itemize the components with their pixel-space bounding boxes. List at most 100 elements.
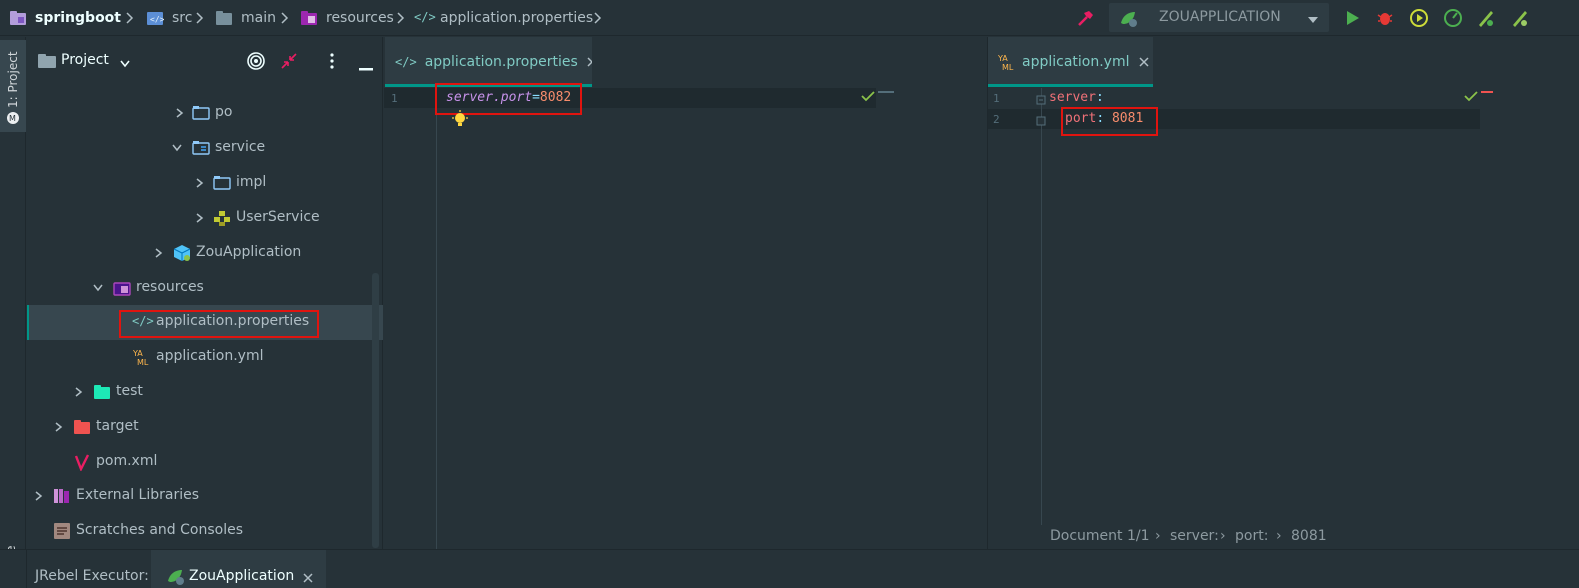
svg-text:YA: YA — [998, 54, 1008, 63]
tab-zouapplication[interactable]: ZouApplication — [151, 550, 326, 588]
breadcrumb-src[interactable]: src — [172, 0, 192, 36]
tree-item-test[interactable]: test — [27, 375, 383, 410]
lightbulb-icon[interactable] — [451, 110, 469, 132]
tree-item-label: service — [215, 139, 266, 155]
tree-item-label: resources — [136, 279, 204, 295]
breadcrumb-application-properties[interactable]: application.properties — [440, 0, 593, 36]
source-folder-icon: </> — [146, 9, 165, 27]
test-folder-icon — [94, 385, 110, 399]
chevron-right-icon[interactable] — [175, 108, 185, 118]
document-indicator[interactable]: Document 1/1 — [1050, 528, 1150, 544]
yaml-colon: : — [1095, 90, 1104, 105]
more-options-icon[interactable] — [329, 52, 335, 74]
close-icon[interactable] — [1138, 56, 1150, 68]
gutter-divider — [1041, 88, 1042, 525]
tree-item-po[interactable]: po — [27, 96, 383, 131]
chevron-right-icon[interactable] — [34, 491, 44, 501]
build-hammer-icon[interactable] — [1074, 6, 1098, 30]
divider — [26, 550, 27, 588]
chevron-right-icon[interactable] — [154, 248, 164, 258]
chevron-down-icon[interactable] — [119, 57, 131, 73]
tree-item-pom-xml[interactable]: pom.xml — [27, 445, 383, 480]
line-number: 1 — [993, 92, 1000, 105]
tree-item-impl[interactable]: impl — [27, 166, 383, 201]
folder-icon — [215, 9, 233, 27]
spring-boot-icon — [1119, 9, 1137, 27]
profiler-icon[interactable] — [1441, 6, 1465, 30]
error-stripe-mark — [878, 91, 894, 93]
tree-item-external-libraries[interactable]: External Libraries — [27, 479, 383, 514]
collapse-all-icon[interactable] — [280, 52, 298, 74]
fold-end-icon[interactable] — [1036, 114, 1046, 130]
chevron-down-icon[interactable] — [93, 283, 103, 293]
tree-item-userservice[interactable]: UserService — [27, 201, 383, 236]
active-tab-indicator — [988, 84, 1153, 87]
close-icon[interactable] — [302, 572, 314, 584]
hide-panel-icon[interactable] — [359, 60, 373, 76]
run-with-coverage-icon[interactable] — [1407, 6, 1431, 30]
tree-item-zouapplication[interactable]: ZouApplication — [27, 236, 383, 271]
interface-icon — [214, 211, 230, 226]
resources-folder-icon — [113, 282, 131, 296]
jrebel-executor-label: JRebel Executor: — [35, 568, 149, 584]
spring-boot-icon — [168, 570, 184, 585]
debug-icon[interactable] — [1373, 6, 1397, 30]
chevron-right-icon — [126, 12, 134, 24]
tree-item-target[interactable]: target — [27, 410, 383, 445]
chevron-right-icon[interactable] — [195, 213, 205, 223]
chevron-down-icon[interactable] — [172, 143, 182, 153]
yaml-path-port[interactable]: port: — [1235, 528, 1268, 544]
dropdown-arrow-icon — [1307, 13, 1319, 29]
project-tool-window-button[interactable]: 1: Project M — [0, 40, 26, 132]
project-view-selector[interactable]: Project — [61, 52, 109, 68]
locate-target-icon[interactable] — [246, 51, 266, 75]
svg-text:YA: YA — [133, 349, 143, 358]
resources-folder-icon — [300, 9, 318, 27]
tree-item-application-properties[interactable]: </> application.properties — [27, 305, 383, 340]
run-icon[interactable] — [1340, 6, 1364, 30]
chevron-right-icon[interactable] — [74, 387, 84, 397]
chevron-right-icon: › — [1220, 528, 1226, 544]
checkmark-icon — [861, 90, 875, 106]
tree-item-label: test — [116, 383, 143, 399]
jrebel-run-icon[interactable] — [1474, 6, 1498, 30]
yaml-path-server[interactable]: server: — [1170, 528, 1219, 544]
close-icon[interactable] — [586, 56, 592, 68]
scratches-icon — [54, 523, 70, 539]
tree-item-label: po — [215, 104, 233, 120]
fold-icon[interactable] — [1036, 93, 1046, 109]
breadcrumb-springboot[interactable]: springboot — [35, 0, 121, 36]
scrollbar[interactable] — [372, 273, 379, 548]
run-configuration-dropdown[interactable]: ZOUAPPLICATION — [1109, 3, 1329, 32]
svg-text:M: M — [9, 114, 16, 123]
chevron-right-icon — [594, 12, 602, 24]
chevron-right-icon: › — [1276, 528, 1282, 544]
tree-item-resources[interactable]: resources — [27, 271, 383, 306]
libraries-icon — [54, 489, 69, 503]
chevron-right-icon[interactable] — [195, 178, 205, 188]
jrebel-debug-icon[interactable] — [1508, 6, 1532, 30]
breadcrumb-resources[interactable]: resources — [326, 0, 394, 36]
chevron-right-icon: › — [1155, 528, 1161, 544]
tree-item-label: Scratches and Consoles — [76, 522, 243, 538]
tree-item-scratches[interactable]: Scratches and Consoles — [27, 514, 383, 549]
svg-text:</>: </> — [150, 15, 164, 24]
yaml-path-value[interactable]: 8081 — [1291, 528, 1327, 544]
tab-application-properties[interactable]: </> application.properties — [385, 37, 592, 87]
checkmark-icon — [1464, 90, 1478, 106]
properties-file-icon: </> — [414, 10, 436, 24]
gutter-divider — [436, 88, 437, 549]
tree-item-label: ZouApplication — [196, 244, 302, 260]
run-configuration-label: ZOUAPPLICATION — [1159, 9, 1281, 25]
tab-application-yml[interactable]: YA ML application.yml — [988, 37, 1153, 87]
svg-text:ML: ML — [137, 358, 149, 366]
bottom-tool-window-bar: JRebel Executor: ZouApplication — [0, 549, 1579, 588]
project-view-icon — [37, 52, 57, 74]
breadcrumb-main[interactable]: main — [241, 0, 276, 36]
code-line-1[interactable]: server: — [1049, 90, 1104, 105]
service-package-icon — [192, 141, 210, 155]
selection-indicator — [27, 305, 29, 340]
chevron-right-icon[interactable] — [54, 422, 64, 432]
tree-item-service[interactable]: service — [27, 131, 383, 166]
tree-item-application-yml[interactable]: YA ML application.yml — [27, 340, 383, 375]
